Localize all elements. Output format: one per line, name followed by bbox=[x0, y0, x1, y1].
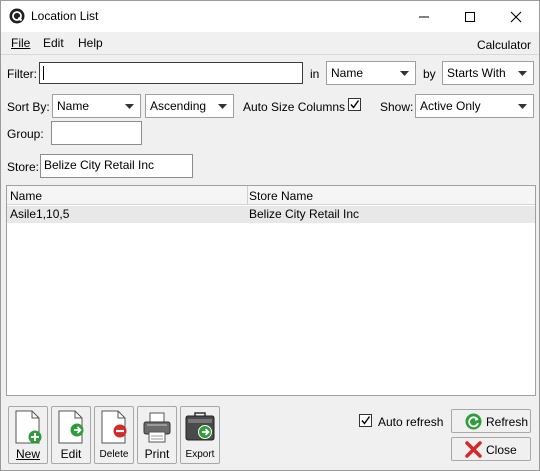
show-label: Show: bbox=[380, 100, 414, 114]
menu-bar: File Edit Help Calculator bbox=[1, 32, 539, 54]
sort-field-select[interactable]: Name bbox=[52, 94, 141, 118]
edit-document-icon bbox=[58, 410, 84, 444]
checkmark-icon bbox=[361, 416, 371, 425]
refresh-icon bbox=[465, 413, 482, 430]
close-x-icon bbox=[465, 441, 482, 458]
minimize-icon bbox=[419, 16, 429, 17]
show-filter-value: Active Only bbox=[420, 99, 481, 113]
sort-direction-value: Ascending bbox=[150, 99, 207, 113]
print-button-label: Print bbox=[144, 447, 170, 461]
filter-input[interactable] bbox=[39, 62, 303, 84]
edit-button[interactable]: Edit bbox=[51, 406, 91, 464]
column-header-name[interactable]: Name bbox=[10, 189, 42, 203]
column-header-store-name[interactable]: Store Name bbox=[249, 189, 313, 203]
close-button-label: Close bbox=[486, 443, 517, 457]
maximize-icon bbox=[465, 11, 475, 22]
sort-by-label: Sort By: bbox=[7, 100, 50, 114]
title-bar[interactable]: Location List bbox=[1, 1, 539, 32]
refresh-button-label: Refresh bbox=[486, 415, 529, 429]
printer-icon bbox=[143, 412, 171, 443]
new-button[interactable]: New bbox=[8, 406, 48, 464]
chevron-down-icon bbox=[518, 104, 527, 109]
window-title: Location List bbox=[31, 9, 99, 23]
delete-button[interactable]: Delete bbox=[94, 406, 134, 464]
filter-in-label: in bbox=[310, 67, 320, 81]
print-button[interactable]: Print bbox=[137, 406, 177, 464]
menu-separator bbox=[1, 54, 539, 55]
group-input[interactable] bbox=[51, 121, 142, 145]
cell-name: Asile1,10,5 bbox=[10, 207, 70, 221]
checkmark-icon bbox=[350, 100, 360, 109]
export-button-label: Export bbox=[185, 449, 215, 460]
filter-field-value: Name bbox=[331, 66, 364, 80]
location-grid[interactable]: Name Store Name Asile1,10,5 Belize City … bbox=[6, 185, 536, 396]
new-button-label: New bbox=[15, 447, 40, 461]
refresh-button[interactable]: Refresh bbox=[451, 409, 531, 433]
menu-help[interactable]: Help bbox=[78, 36, 103, 50]
edit-button-label: Edit bbox=[60, 447, 82, 461]
store-label: Store: bbox=[7, 160, 40, 174]
filter-mode-select[interactable]: Starts With bbox=[442, 61, 534, 85]
menu-file[interactable]: File bbox=[11, 36, 30, 50]
close-icon bbox=[510, 11, 522, 22]
menu-calculator[interactable]: Calculator bbox=[477, 38, 531, 52]
auto-size-columns-checkbox[interactable] bbox=[348, 98, 361, 111]
minimize-button[interactable] bbox=[401, 1, 447, 32]
column-divider[interactable] bbox=[247, 186, 248, 205]
filter-mode-value: Starts With bbox=[447, 66, 506, 80]
sort-field-value: Name bbox=[57, 99, 90, 113]
window-close-button[interactable] bbox=[493, 1, 539, 32]
store-input-value: Belize City Retail Inc bbox=[44, 158, 155, 172]
chevron-down-icon bbox=[518, 71, 527, 76]
maximize-button[interactable] bbox=[447, 1, 493, 32]
close-button[interactable]: Close bbox=[451, 437, 531, 461]
app-logo-icon bbox=[9, 8, 25, 24]
new-document-icon bbox=[15, 410, 42, 444]
menu-edit[interactable]: Edit bbox=[43, 36, 64, 50]
chevron-down-icon bbox=[218, 104, 227, 109]
table-row[interactable]: Asile1,10,5 Belize City Retail Inc bbox=[7, 206, 535, 223]
chevron-down-icon bbox=[125, 104, 134, 109]
chevron-down-icon bbox=[400, 71, 409, 76]
export-briefcase-icon bbox=[185, 412, 215, 441]
filter-field-select[interactable]: Name bbox=[326, 61, 416, 85]
export-button[interactable]: Export bbox=[180, 406, 220, 464]
auto-refresh-label[interactable]: Auto refresh bbox=[378, 415, 443, 429]
text-caret bbox=[43, 66, 44, 80]
store-input[interactable]: Belize City Retail Inc bbox=[40, 154, 193, 178]
delete-button-label: Delete bbox=[99, 449, 129, 460]
grid-header: Name Store Name bbox=[7, 186, 535, 205]
filter-by-label: by bbox=[423, 67, 436, 81]
location-list-window: Location List File Edit Help Calculator … bbox=[0, 0, 540, 471]
show-filter-select[interactable]: Active Only bbox=[415, 94, 534, 118]
auto-size-columns-label: Auto Size Columns bbox=[243, 100, 346, 114]
delete-document-icon bbox=[101, 410, 127, 444]
sort-direction-select[interactable]: Ascending bbox=[145, 94, 234, 118]
auto-refresh-checkbox[interactable] bbox=[359, 414, 372, 427]
filter-label: Filter: bbox=[7, 67, 37, 81]
cell-store-name: Belize City Retail Inc bbox=[249, 207, 360, 221]
group-label: Group: bbox=[7, 127, 44, 141]
